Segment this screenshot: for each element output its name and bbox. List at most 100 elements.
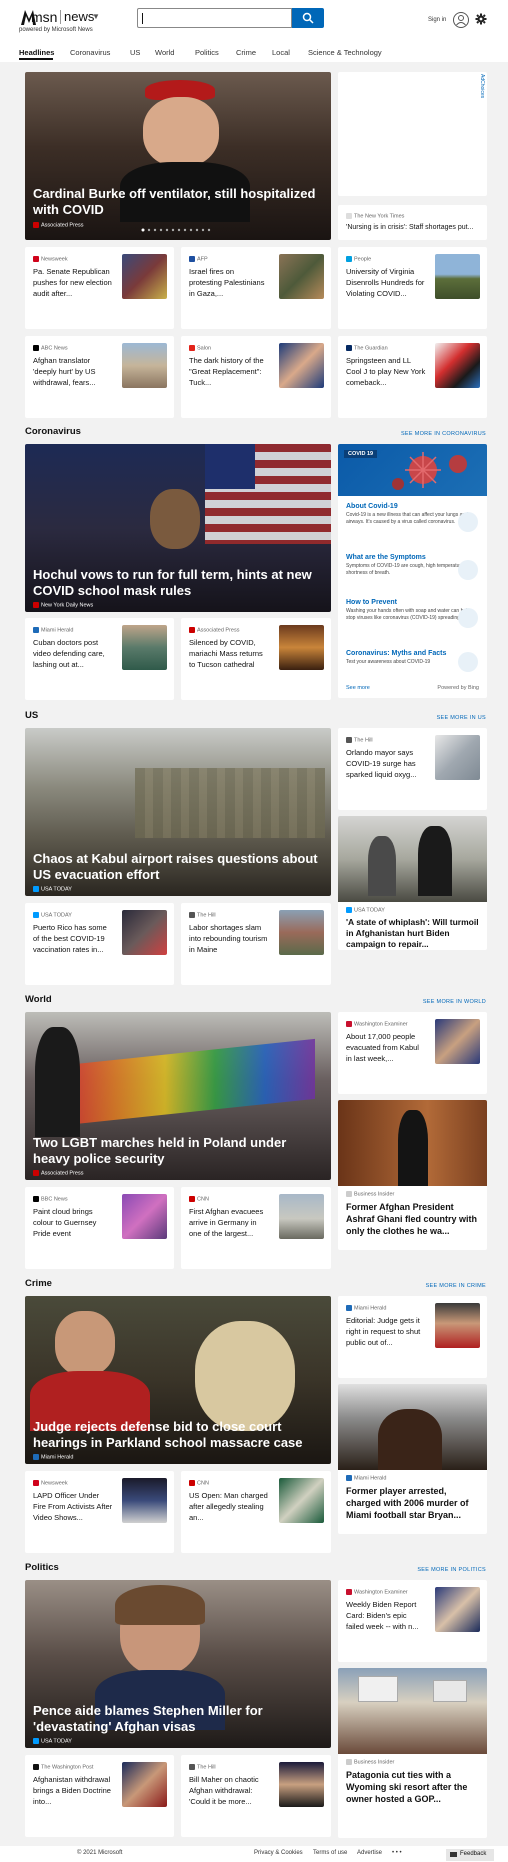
section-title-us[interactable]: US	[25, 710, 38, 721]
story-card[interactable]: ABC News Afghan translator 'deeply hurt'…	[25, 336, 174, 418]
brand-news[interactable]: news	[64, 9, 94, 24]
story-title[interactable]: Bill Maher on chaotic Afghan withdrawal:…	[189, 1774, 269, 1807]
see-more-politics-link[interactable]: SEE MORE IN POLITICS	[417, 1567, 486, 1573]
story-card[interactable]: Associated Press Silenced by COVID, mari…	[181, 618, 331, 700]
tab-coronavirus[interactable]: Coronavirus	[70, 48, 110, 57]
hero-title[interactable]: Two LGBT marches held in Poland under he…	[33, 1135, 323, 1167]
brand-msn[interactable]: msn	[31, 9, 57, 25]
story-card[interactable]: People University of Virginia Disenrolls…	[338, 247, 487, 329]
footer-more-icon[interactable]: • • •	[392, 1850, 402, 1856]
story-card[interactable]: The Hill Orlando mayor says COVID-19 sur…	[338, 728, 487, 810]
story-card-large[interactable]: Business Insider Patagonia cut ties with…	[338, 1668, 487, 1838]
tab-headlines[interactable]: Headlines	[19, 48, 54, 57]
story-title[interactable]: The dark history of the "Great Replaceme…	[189, 355, 269, 388]
covid-info-item[interactable]: What are the Symptoms Symptoms of COVID-1…	[346, 554, 476, 577]
tab-local[interactable]: Local	[272, 48, 290, 57]
story-title[interactable]: Editorial: Judge gets it right in reques…	[346, 1315, 426, 1348]
story-title[interactable]: Labor shortages slam into rebounding tou…	[189, 922, 269, 955]
hero-story-card[interactable]: Chaos at Kabul airport raises questions …	[25, 728, 331, 896]
story-card[interactable]: Newsweek Pa. Senate Republican pushes fo…	[25, 247, 174, 329]
covid-info-item[interactable]: About Covid-19 Covid-19 is a new illness …	[346, 503, 476, 526]
story-title[interactable]: 'A state of whiplash': Will turmoil in A…	[346, 917, 480, 950]
footer-link-advertise[interactable]: Advertise	[357, 1850, 382, 1856]
covid-info-item[interactable]: Coronavirus: Myths and Facts Test your aw…	[346, 650, 476, 666]
hero-title[interactable]: Pence aide blames Stephen Miller for 'de…	[33, 1703, 323, 1735]
story-title[interactable]: LAPD Officer Under Fire From Activists A…	[33, 1490, 113, 1523]
covid-info-title[interactable]: How to Prevent	[346, 599, 476, 606]
tab-science-technology[interactable]: Science & Technology	[308, 48, 382, 57]
story-title[interactable]: Paint cloud brings colour to Guernsey Pr…	[33, 1206, 113, 1239]
story-title[interactable]: Orlando mayor says COVID-19 surge has sp…	[346, 747, 426, 780]
avatar-icon[interactable]	[453, 12, 469, 28]
story-title[interactable]: About 17,000 people evacuated from Kabul…	[346, 1031, 426, 1064]
carousel-dots[interactable]	[141, 219, 221, 237]
story-card[interactable]: The Hill Labor shortages slam into rebou…	[181, 903, 331, 985]
story-card[interactable]: Washington Examiner About 17,000 people …	[338, 1012, 487, 1094]
story-card[interactable]: The Hill Bill Maher on chaotic Afghan wi…	[181, 1755, 331, 1837]
hero-title[interactable]: Chaos at Kabul airport raises questions …	[33, 851, 323, 883]
section-title-crime[interactable]: Crime	[25, 1278, 52, 1289]
story-card[interactable]: CNN First Afghan evacuees arrive in Germ…	[181, 1187, 331, 1269]
story-title[interactable]: Silenced by COVID, mariachi Mass returns…	[189, 637, 269, 670]
covid-info-item[interactable]: How to Prevent Washing your hands often w…	[346, 599, 476, 622]
story-title[interactable]: US Open: Man charged after allegedly ste…	[189, 1490, 269, 1523]
hero-title[interactable]: Cardinal Burke off ventilator, still hos…	[33, 186, 323, 218]
hero-story-card[interactable]: Pence aide blames Stephen Miller for 'de…	[25, 1580, 331, 1748]
tab-world[interactable]: World	[155, 48, 174, 57]
story-card[interactable]: AFP Israel fires on protesting Palestini…	[181, 247, 331, 329]
story-title[interactable]: Cuban doctors post video defending care,…	[33, 637, 113, 670]
story-title[interactable]: Patagonia cut ties with a Wyoming ski re…	[346, 1769, 480, 1805]
story-title[interactable]: Former player arrested, charged with 200…	[346, 1485, 480, 1521]
footer-link-privacy[interactable]: Privacy & Cookies	[254, 1850, 303, 1856]
story-card[interactable]: Newsweek LAPD Officer Under Fire From Ac…	[25, 1471, 174, 1553]
sign-in-link[interactable]: Sign in	[428, 17, 446, 23]
story-title[interactable]: University of Virginia Disenrolls Hundre…	[346, 266, 426, 299]
story-title[interactable]: Pa. Senate Republican pushes for new ele…	[33, 266, 113, 299]
see-more-coronavirus-link[interactable]: SEE MORE IN CORONAVIRUS	[401, 431, 486, 437]
story-card-large[interactable]: Miami Herald Former player arrested, cha…	[338, 1384, 487, 1534]
story-card[interactable]: Miami Herald Cuban doctors post video de…	[25, 618, 174, 700]
section-title-coronavirus[interactable]: Coronavirus	[25, 426, 81, 437]
footer-link-terms[interactable]: Terms of use	[313, 1850, 347, 1856]
covid-info-title[interactable]: What are the Symptoms	[346, 554, 476, 561]
story-card[interactable]: The Guardian Springsteen and LL Cool J t…	[338, 336, 487, 418]
hero-story-card[interactable]: Two LGBT marches held in Poland under he…	[25, 1012, 331, 1180]
story-card[interactable]: Washington Examiner Weekly Biden Report …	[338, 1580, 487, 1662]
story-title[interactable]: 'Nursing is in crisis': Staff shortages …	[346, 224, 473, 231]
chevron-down-icon[interactable]: ▼	[92, 12, 100, 21]
story-title[interactable]: Weekly Biden Report Card: Biden's epic f…	[346, 1599, 426, 1632]
story-card[interactable]: The New York Times 'Nursing is in crisis…	[338, 205, 487, 240]
see-more-us-link[interactable]: SEE MORE IN US	[437, 715, 486, 721]
gear-icon[interactable]	[475, 13, 487, 25]
story-title[interactable]: Former Afghan President Ashraf Ghani fle…	[346, 1201, 480, 1237]
tab-politics[interactable]: Politics	[195, 48, 219, 57]
story-card[interactable]: BBC News Paint cloud brings colour to Gu…	[25, 1187, 174, 1269]
tab-us[interactable]: US	[130, 48, 140, 57]
hero-title[interactable]: Judge rejects defense bid to close court…	[33, 1419, 323, 1451]
covid-see-more-link[interactable]: See more	[346, 685, 370, 691]
story-card-large[interactable]: Business Insider Former Afghan President…	[338, 1100, 487, 1250]
covid-info-title[interactable]: Coronavirus: Myths and Facts	[346, 650, 476, 657]
hero-story-card[interactable]: Hochul vows to run for full term, hints …	[25, 444, 331, 612]
see-more-world-link[interactable]: SEE MORE IN WORLD	[423, 999, 486, 1005]
story-card[interactable]: USA TODAY Puerto Rico has some of the be…	[25, 903, 174, 985]
hero-story-card[interactable]: Judge rejects defense bid to close court…	[25, 1296, 331, 1464]
hero-title[interactable]: Hochul vows to run for full term, hints …	[33, 567, 323, 599]
story-card[interactable]: The Washington Post Afghanistan withdraw…	[25, 1755, 174, 1837]
story-card-large[interactable]: USA TODAY 'A state of whiplash': Will tu…	[338, 816, 487, 950]
story-title[interactable]: Springsteen and LL Cool J to play New Yo…	[346, 355, 426, 388]
feedback-button[interactable]: Feedback	[446, 1849, 494, 1861]
story-title[interactable]: Puerto Rico has some of the best COVID-1…	[33, 922, 113, 955]
see-more-crime-link[interactable]: SEE MORE IN CRIME	[426, 1283, 486, 1289]
story-card[interactable]: CNN US Open: Man charged after allegedly…	[181, 1471, 331, 1553]
story-card[interactable]: Miami Herald Editorial: Judge gets it ri…	[338, 1296, 487, 1378]
story-title[interactable]: First Afghan evacuees arrive in Germany …	[189, 1206, 269, 1239]
ad-choices-label[interactable]: AdChoices	[479, 74, 485, 98]
story-card[interactable]: Salon The dark history of the "Great Rep…	[181, 336, 331, 418]
story-title[interactable]: Afghan translator 'deeply hurt' by US wi…	[33, 355, 113, 388]
ad-card[interactable]: AdChoices	[338, 72, 487, 196]
section-title-politics[interactable]: Politics	[25, 1562, 59, 1573]
search-input[interactable]	[137, 8, 292, 28]
search-button[interactable]	[292, 8, 324, 28]
tab-crime[interactable]: Crime	[236, 48, 256, 57]
